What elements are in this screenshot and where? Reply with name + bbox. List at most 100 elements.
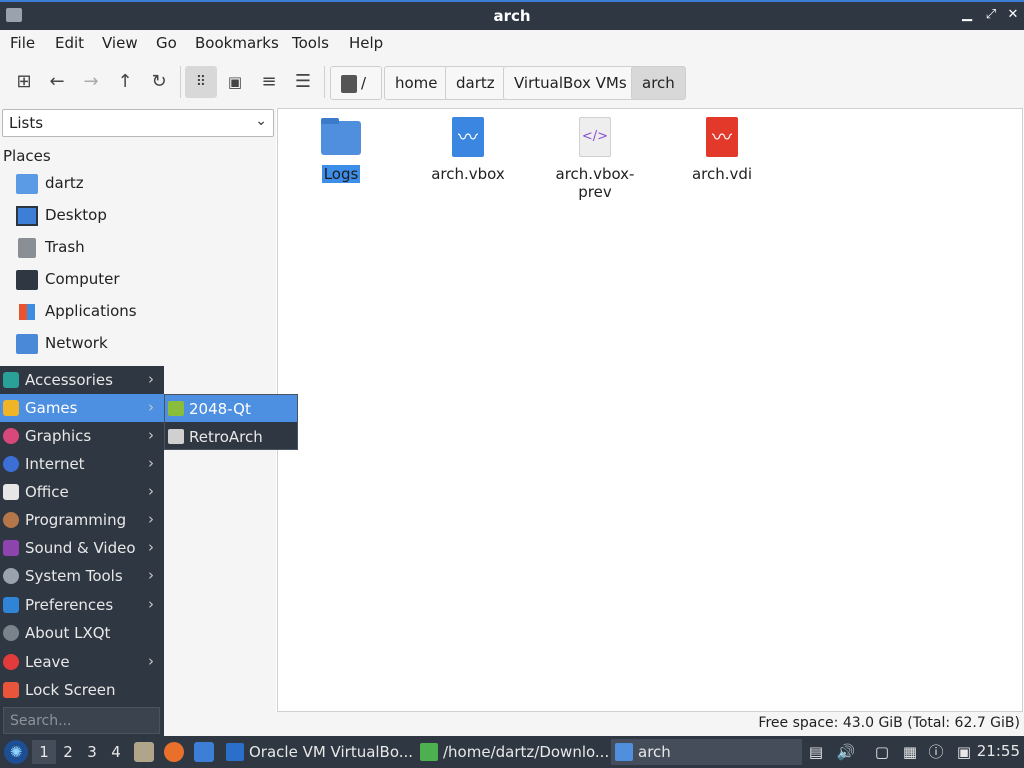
chevron-right-icon: ›: [148, 566, 154, 584]
file-item-arch-vbox[interactable]: 〰 arch.vbox: [413, 115, 523, 183]
thumbnail-view-icon[interactable]: ▣: [219, 66, 251, 98]
chevron-right-icon: ›: [148, 652, 154, 670]
chevron-right-icon: ›: [148, 454, 154, 472]
trash-icon: [18, 238, 36, 258]
clipboard-icon[interactable]: ▤: [806, 742, 826, 762]
icon-view-icon[interactable]: ⠿: [185, 66, 217, 98]
window-titlebar[interactable]: arch ▁ ⤢ ✕: [0, 0, 1024, 30]
menu-go[interactable]: Go: [156, 34, 177, 52]
menu-item-leave[interactable]: Leave ›: [0, 648, 164, 676]
folder-icon: [319, 115, 363, 159]
menu-item-office[interactable]: Office ›: [0, 478, 164, 506]
lock-icon: [3, 682, 19, 698]
menu-help[interactable]: Help: [349, 34, 383, 52]
notification-icon[interactable]: ⓘ: [926, 742, 946, 762]
menu-item-programming[interactable]: Programming ›: [0, 506, 164, 534]
task-arch[interactable]: arch: [611, 739, 802, 765]
forward-icon[interactable]: →: [75, 66, 107, 98]
firefox-icon[interactable]: [164, 742, 184, 762]
preferences-icon: [3, 597, 19, 613]
menu-file[interactable]: File: [10, 34, 35, 52]
retroarch-icon: [168, 429, 184, 444]
task-downloads-folder[interactable]: /home/dartz/Downlo...: [416, 739, 609, 765]
menu-item-system-tools[interactable]: System Tools ›: [0, 562, 164, 590]
screenshot-icon[interactable]: ▣: [954, 742, 974, 762]
chevron-right-icon: ›: [148, 426, 154, 444]
file-item-arch-vbox-prev[interactable]: </> arch.vbox-prev: [540, 115, 650, 201]
breadcrumb-virtualbox-vms[interactable]: VirtualBox VMs: [503, 66, 638, 100]
volume-icon[interactable]: 🔊: [836, 742, 856, 762]
task-oracle-virtualbox[interactable]: Oracle VM VirtualBo...: [222, 739, 413, 765]
file-item-arch-vdi[interactable]: 〰 arch.vdi: [667, 115, 777, 183]
free-space-label: Free space: 43.0 GiB (Total: 62.7 GiB): [758, 715, 1020, 731]
games-icon: [3, 400, 19, 416]
toolbar: ⊞ ← → ↑ ↻ ⠿ ▣ ≡ ☰ / home dartz VirtualBo…: [0, 56, 1024, 108]
menu-item-sound-video[interactable]: Sound & Video ›: [0, 534, 164, 562]
menu-item-preferences[interactable]: Preferences ›: [0, 591, 164, 619]
show-desktop-icon[interactable]: [194, 742, 214, 762]
minimize-button[interactable]: ▁: [958, 6, 976, 24]
menu-bookmarks[interactable]: Bookmarks: [195, 34, 279, 52]
games-submenu: 2048-Qt RetroArch: [164, 394, 298, 450]
breadcrumb-root[interactable]: /: [330, 66, 382, 100]
side-pane-mode-select[interactable]: Lists ⌄: [2, 109, 274, 137]
desktop-switch-4[interactable]: 4: [104, 740, 128, 764]
folder-icon: [615, 743, 633, 761]
breadcrumb-arch[interactable]: arch: [631, 66, 686, 100]
computer-icon: [16, 270, 38, 290]
menu-search-box[interactable]: [3, 707, 160, 734]
menu-item-lock-screen[interactable]: Lock Screen: [0, 676, 164, 704]
back-icon[interactable]: ←: [41, 66, 73, 98]
new-tab-icon[interactable]: ⊞: [8, 66, 40, 98]
close-button[interactable]: ✕: [1004, 6, 1022, 24]
desktop: arch ▁ ⤢ ✕ File Edit View Go Bookmarks T…: [0, 0, 1024, 768]
taskbar: ✺ 1 2 3 4 Oracle VM VirtualBo... /home/d…: [0, 736, 1024, 768]
menu-edit[interactable]: Edit: [55, 34, 84, 52]
menu-item-games[interactable]: Games ›: [0, 394, 164, 422]
desktop-switch-2[interactable]: 2: [56, 740, 80, 764]
chevron-right-icon: ›: [148, 595, 154, 613]
network-tray-icon[interactable]: ▦: [900, 742, 920, 762]
submenu-item-2048-qt[interactable]: 2048-Qt: [165, 395, 297, 422]
breadcrumb-dartz[interactable]: dartz: [445, 66, 506, 100]
home-folder-icon: [16, 174, 38, 194]
virtualbox-icon: [226, 743, 244, 761]
menu-item-about-lxqt[interactable]: About LXQt: [0, 619, 164, 647]
clock[interactable]: 21:55: [977, 742, 1020, 760]
file-manager-launcher-icon[interactable]: [134, 742, 154, 762]
reload-icon[interactable]: ↻: [143, 66, 175, 98]
drive-icon: [341, 74, 357, 93]
file-view[interactable]: Logs 〰 arch.vbox </> arch.vbox-prev 〰 ar…: [277, 108, 1023, 712]
internet-icon: [3, 456, 19, 472]
chevron-right-icon: ›: [148, 398, 154, 416]
menu-view[interactable]: View: [102, 34, 138, 52]
chevron-right-icon: ›: [148, 538, 154, 556]
detailed-view-icon[interactable]: ☰: [287, 66, 319, 98]
menu-item-graphics[interactable]: Graphics ›: [0, 422, 164, 450]
menu-tools[interactable]: Tools: [292, 34, 329, 52]
places-header: Places: [3, 147, 51, 165]
up-icon[interactable]: ↑: [109, 66, 141, 98]
separator: [180, 66, 181, 98]
file-item-logs[interactable]: Logs: [286, 115, 396, 183]
submenu-item-retroarch[interactable]: RetroArch: [165, 423, 297, 450]
vdi-file-icon: 〰: [700, 115, 744, 159]
menu-item-accessories[interactable]: Accessories ›: [0, 366, 164, 394]
desktop-switch-1[interactable]: 1: [32, 740, 56, 764]
notes-icon[interactable]: ▢: [872, 742, 892, 762]
power-icon: [3, 654, 19, 670]
programming-icon: [3, 512, 19, 528]
desktop-icon: [16, 206, 38, 226]
menu-item-internet[interactable]: Internet ›: [0, 450, 164, 478]
menu-search-input[interactable]: [4, 708, 159, 733]
applications-icon: [19, 304, 35, 320]
start-menu-button[interactable]: ✺: [4, 740, 28, 764]
info-icon: [3, 625, 19, 641]
chevron-right-icon: ›: [148, 482, 154, 500]
sound-video-icon: [3, 540, 19, 556]
desktop-switch-3[interactable]: 3: [80, 740, 104, 764]
xml-file-icon: </>: [573, 115, 617, 159]
maximize-button[interactable]: ⤢: [982, 6, 1000, 24]
breadcrumb-home[interactable]: home: [384, 66, 449, 100]
compact-view-icon[interactable]: ≡: [253, 66, 285, 98]
